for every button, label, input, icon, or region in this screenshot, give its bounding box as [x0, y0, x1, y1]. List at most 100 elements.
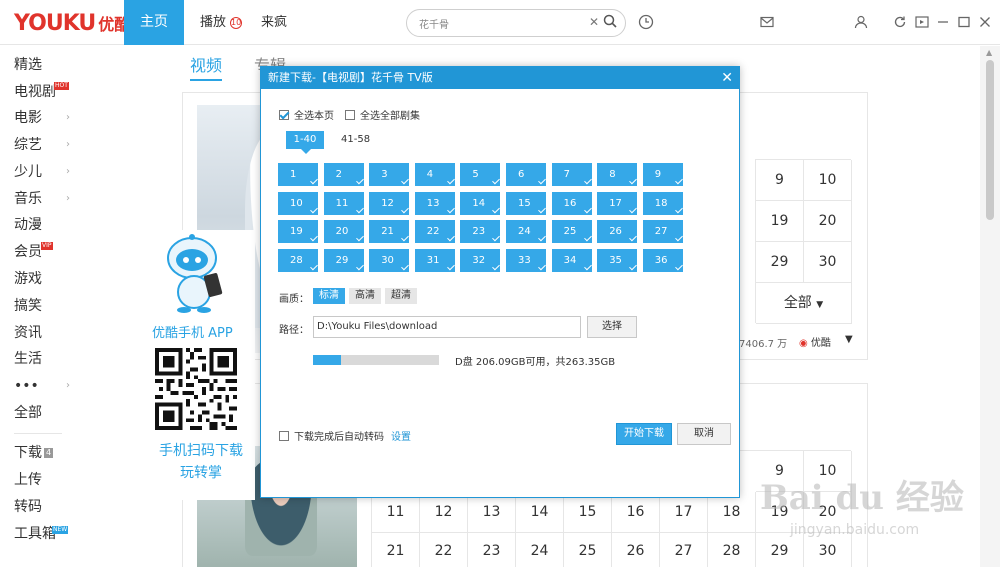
episode-cell[interactable]: 25 [564, 533, 612, 567]
episode-cell[interactable]: 23 [468, 533, 516, 567]
episode-button[interactable]: 23 [460, 220, 501, 243]
cancel-button[interactable]: 取消 [677, 423, 731, 445]
episode-button[interactable]: 33 [506, 248, 546, 272]
quality-sd-option[interactable]: 标清 [313, 288, 345, 304]
select-page-checkbox[interactable]: 全选本页 [279, 107, 334, 122]
sidebar-item-life[interactable]: 生活 [14, 347, 70, 371]
youku-logo[interactable]: YOUKU 优酷 [14, 11, 130, 36]
auto-transcode-checkbox[interactable]: 下载完成后自动转码 设置 [279, 428, 411, 443]
mini-player-icon[interactable] [914, 14, 930, 30]
download-path-field[interactable]: D:\Youku Files\download [313, 316, 581, 338]
nav-home[interactable]: 主页 [124, 0, 184, 45]
episode-button[interactable]: 6 [506, 163, 546, 186]
sidebar-item-kids[interactable]: 少儿 › [14, 160, 70, 184]
episode-button[interactable]: 20 [323, 220, 364, 243]
page-tab-41-58[interactable]: 41-58 [341, 131, 370, 149]
nav-play[interactable]: 播放 10 [200, 0, 243, 45]
refresh-icon[interactable] [892, 14, 908, 30]
tab-videos[interactable]: 视频 [190, 52, 223, 81]
episode-button[interactable]: 11 [323, 191, 364, 215]
episode-button[interactable]: 35 [597, 248, 638, 272]
sidebar-item-toolbox[interactable]: 工具箱 NEW [14, 522, 70, 546]
more-caret-icon[interactable]: ▼ [845, 334, 853, 345]
episode-button[interactable]: 19 [278, 220, 318, 243]
episode-cell[interactable]: 19 [756, 201, 804, 242]
sidebar-item-featured[interactable]: 精选 [14, 53, 70, 77]
sidebar-item-movie[interactable]: 电影 › [14, 106, 70, 130]
episode-button[interactable]: 25 [551, 220, 592, 243]
search-input[interactable] [419, 15, 579, 31]
sidebar-item-upload[interactable]: 上传 [14, 468, 70, 492]
episode-button[interactable]: 32 [460, 248, 501, 272]
page-tab-1-40[interactable]: 1-40 [286, 131, 324, 154]
sidebar-item-anime[interactable]: 动漫 [14, 213, 70, 237]
episode-cell[interactable]: 26 [612, 533, 660, 567]
episode-cell[interactable]: 10 [804, 160, 852, 201]
episode-cell[interactable]: 12 [420, 492, 468, 533]
episode-cell[interactable]: 17 [660, 492, 708, 533]
episode-button[interactable]: 15 [506, 191, 546, 215]
episode-button[interactable]: 3 [369, 163, 410, 186]
minimize-icon[interactable] [935, 14, 951, 30]
episode-button[interactable]: 17 [597, 191, 638, 215]
source-youku[interactable]: ◉ 优酷 [799, 334, 831, 349]
settings-link[interactable]: 设置 [391, 428, 411, 443]
episode-cell[interactable]: 30 [804, 242, 852, 283]
quality-hd-option[interactable]: 高清 [349, 288, 381, 304]
episode-button[interactable]: 10 [278, 191, 318, 215]
episode-button[interactable]: 16 [551, 191, 592, 215]
episode-cell[interactable]: 14 [516, 492, 564, 533]
episode-cell[interactable]: 9 [756, 160, 804, 201]
episode-cell[interactable]: 29 [756, 242, 804, 283]
sidebar-item-funny[interactable]: 搞笑 [14, 294, 70, 318]
dialog-close-icon[interactable]: ✕ [721, 67, 733, 89]
vertical-scrollbar[interactable]: ▲ [980, 46, 1000, 567]
sidebar-item-news[interactable]: 资讯 [14, 321, 70, 345]
sidebar-item-transcode[interactable]: 转码 [14, 495, 70, 519]
quality-uhd-option[interactable]: 超清 [385, 288, 417, 304]
history-clock-icon[interactable] [638, 14, 654, 30]
episode-cell[interactable]: 20 [804, 201, 852, 242]
maximize-icon[interactable] [956, 14, 972, 30]
episode-button[interactable]: 26 [597, 220, 638, 243]
episode-button[interactable]: 36 [642, 248, 683, 272]
episode-button[interactable]: 21 [369, 220, 410, 243]
scroll-thumb[interactable] [986, 60, 994, 220]
sidebar-item-tv[interactable]: 电视剧 HOT [14, 80, 70, 104]
episode-button[interactable]: 13 [414, 191, 455, 215]
episode-cell[interactable]: 27 [660, 533, 708, 567]
episode-button[interactable]: 34 [551, 248, 592, 272]
select-all-checkbox[interactable]: 全选全部剧集 [345, 107, 420, 122]
sidebar-item-download[interactable]: 下载 4 [14, 441, 70, 465]
choose-path-button[interactable]: 选择 [587, 316, 637, 338]
mail-icon[interactable] [759, 14, 775, 30]
episode-cell[interactable]: 22 [420, 533, 468, 567]
episode-button[interactable]: 30 [369, 248, 410, 272]
sidebar-item-variety[interactable]: 综艺 › [14, 133, 70, 157]
search-icon[interactable] [603, 14, 617, 28]
episode-cell[interactable]: 21 [372, 533, 420, 567]
start-download-button[interactable]: 开始下载 [616, 423, 672, 445]
episode-cell[interactable]: 16 [612, 492, 660, 533]
episode-button[interactable]: 7 [551, 163, 592, 186]
episode-button[interactable]: 22 [414, 220, 455, 243]
all-episodes-button[interactable]: 全部 ▼ [756, 283, 852, 324]
clear-search-icon[interactable]: ✕ [589, 15, 599, 29]
user-icon[interactable] [853, 14, 869, 30]
sidebar-item-all[interactable]: 全部 [14, 401, 70, 425]
sidebar-item-more[interactable]: ••• › [14, 374, 70, 398]
episode-button[interactable]: 12 [369, 191, 410, 215]
episode-button[interactable]: 1 [278, 163, 318, 186]
sidebar-item-music[interactable]: 音乐 › [14, 187, 70, 211]
sidebar-item-vip[interactable]: 会员 VIP [14, 240, 70, 264]
episode-button[interactable]: 27 [642, 220, 683, 243]
sidebar-item-games[interactable]: 游戏 [14, 267, 70, 291]
nav-laifeng[interactable]: 来疯 [261, 0, 287, 45]
episode-cell[interactable]: 15 [564, 492, 612, 533]
episode-cell[interactable]: 24 [516, 533, 564, 567]
episode-cell[interactable]: 13 [468, 492, 516, 533]
close-window-icon[interactable] [977, 14, 993, 30]
episode-button[interactable]: 4 [414, 163, 455, 186]
episode-cell[interactable]: 18 [708, 492, 756, 533]
episode-button[interactable]: 28 [278, 248, 318, 272]
